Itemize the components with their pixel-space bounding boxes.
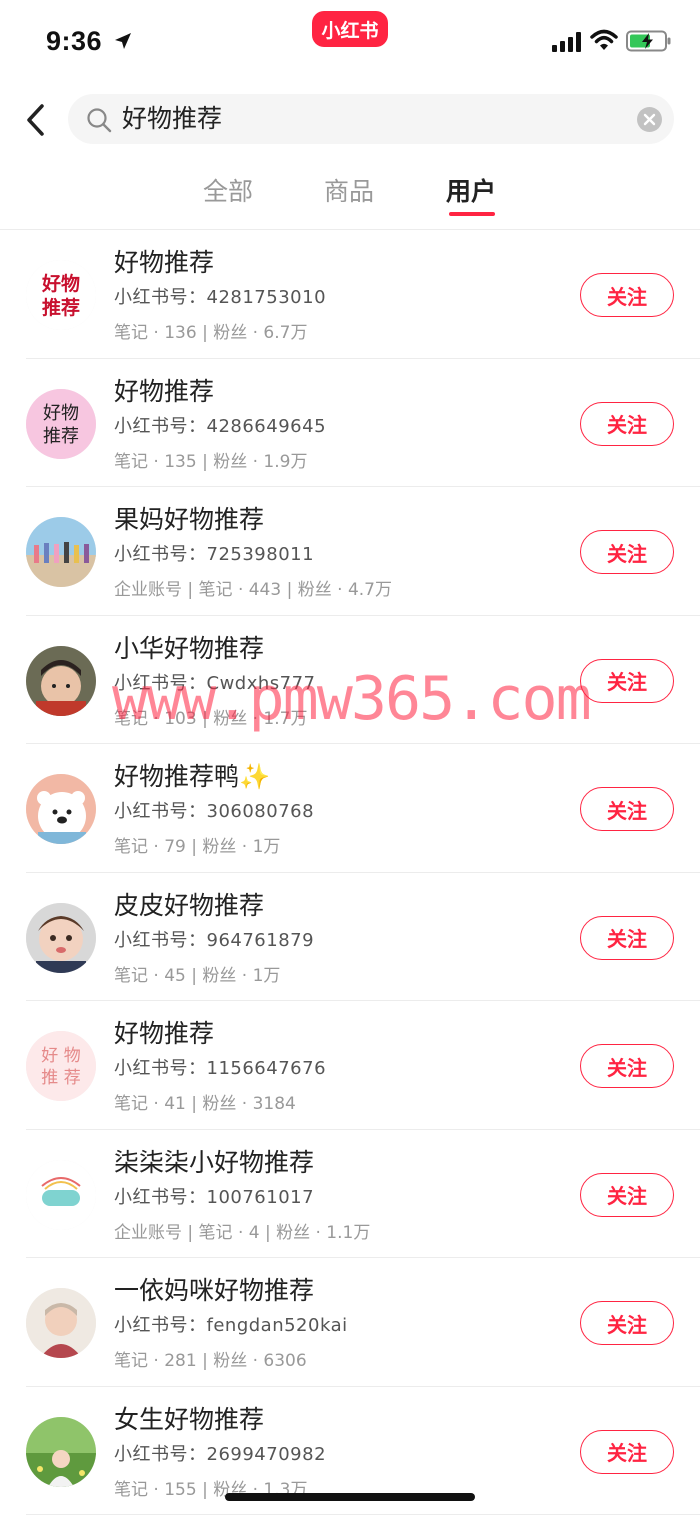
user-name[interactable]: 小华好物推荐 bbox=[114, 632, 264, 666]
battery-charging-icon bbox=[626, 30, 671, 52]
user-list: 好物 推荐 好物推荐 小红书号：4281753010 笔记 · 136 | 粉丝… bbox=[0, 230, 700, 1515]
user-name[interactable]: 皮皮好物推荐 bbox=[114, 889, 264, 923]
user-name[interactable]: 女生好物推荐 bbox=[114, 1403, 264, 1437]
user-id: 小红书号：100761017 bbox=[114, 1186, 315, 1208]
avatar[interactable] bbox=[26, 645, 96, 716]
wifi-icon bbox=[590, 29, 618, 50]
user-id: 小红书号：725398011 bbox=[114, 544, 315, 565]
avatar[interactable]: 好 物 推 荐 bbox=[26, 1031, 96, 1101]
follow-button[interactable]: 关注 bbox=[580, 1044, 674, 1088]
user-stats: 笔记 · 79 | 粉丝 · 1万 bbox=[114, 837, 281, 857]
follow-button[interactable]: 关注 bbox=[580, 915, 674, 960]
user-name[interactable]: 好物推荐鸭✨ bbox=[114, 760, 270, 794]
svg-text:推荐: 推荐 bbox=[43, 426, 79, 447]
user-id: 小红书号：Cwdxhs777 bbox=[114, 672, 316, 694]
list-item[interactable]: 皮皮好物推荐 小红书号：964761879 笔记 · 45 | 粉丝 · 1万 … bbox=[0, 873, 700, 1001]
follow-button[interactable]: 关注 bbox=[580, 273, 674, 317]
list-item[interactable]: 果妈好物推荐 小红书号：725398011 企业账号 | 笔记 · 443 | … bbox=[0, 487, 700, 616]
search-tabs: 全部 商品 用户 bbox=[0, 170, 700, 228]
avatar[interactable] bbox=[26, 517, 96, 587]
list-item[interactable]: 好物 推荐 好物推荐 小红书号：4281753010 笔记 · 136 | 粉丝… bbox=[0, 230, 700, 359]
user-name[interactable]: 果妈好物推荐 bbox=[114, 503, 264, 537]
active-tab-indicator bbox=[449, 212, 495, 216]
home-indicator bbox=[225, 1493, 475, 1501]
search-icon bbox=[87, 108, 112, 133]
svg-text:好物: 好物 bbox=[41, 272, 80, 295]
avatar[interactable] bbox=[26, 1416, 96, 1487]
user-id: 小红书号：306080768 bbox=[114, 801, 315, 822]
user-id: 小红书号：964761879 bbox=[114, 929, 315, 951]
user-name[interactable]: 好物推荐 bbox=[114, 375, 214, 409]
user-name[interactable]: 柒柒柒小好物推荐 bbox=[114, 1146, 314, 1180]
list-item[interactable]: 柒柒柒小好物推荐 小红书号：100761017 企业账号 | 笔记 · 4 | … bbox=[0, 1130, 700, 1258]
user-name[interactable]: 一依妈咪好物推荐 bbox=[114, 1274, 314, 1308]
svg-text:推 荐: 推 荐 bbox=[41, 1068, 80, 1088]
tab-products[interactable]: 商品 bbox=[324, 176, 374, 208]
list-item[interactable]: 好物 推荐 好物推荐 小红书号：4286649645 笔记 · 135 | 粉丝… bbox=[0, 359, 700, 487]
list-item[interactable]: 好 物 推 荐 好物推荐 小红书号：1156647676 笔记 · 41 | 粉… bbox=[0, 1001, 700, 1130]
user-id: 小红书号：1156647676 bbox=[114, 1058, 327, 1079]
tab-all[interactable]: 全部 bbox=[203, 176, 253, 208]
user-name[interactable]: 好物推荐 bbox=[114, 1017, 214, 1051]
avatar[interactable]: 好物 推荐 bbox=[26, 388, 96, 459]
avatar[interactable]: 好物 推荐 bbox=[26, 260, 96, 330]
tab-users[interactable]: 用户 bbox=[446, 176, 496, 208]
user-name[interactable]: 好物推荐 bbox=[114, 246, 214, 280]
follow-button[interactable]: 关注 bbox=[580, 1172, 674, 1217]
user-stats: 笔记 · 45 | 粉丝 · 1万 bbox=[114, 965, 281, 986]
user-stats: 笔记 · 136 | 粉丝 · 6.7万 bbox=[114, 323, 308, 343]
user-stats: 笔记 · 281 | 粉丝 · 6306 bbox=[114, 1351, 307, 1371]
user-id: 小红书号：4281753010 bbox=[114, 287, 327, 308]
status-bar: 9:36 小红书 bbox=[0, 0, 700, 84]
follow-button[interactable]: 关注 bbox=[580, 401, 674, 446]
user-stats: 笔记 · 135 | 粉丝 · 1.9万 bbox=[114, 451, 308, 472]
list-item[interactable]: 好物推荐鸭✨ 小红书号：306080768 笔记 · 79 | 粉丝 · 1万 … bbox=[0, 744, 700, 873]
user-stats: 笔记 · 41 | 粉丝 · 3184 bbox=[114, 1094, 296, 1114]
search-input[interactable]: 好物推荐 bbox=[68, 94, 674, 144]
user-stats: 企业账号 | 笔记 · 4 | 粉丝 · 1.1万 bbox=[114, 1222, 371, 1243]
svg-text:好物: 好物 bbox=[43, 403, 79, 424]
status-time: 9:36 bbox=[46, 26, 103, 56]
clear-search-icon[interactable] bbox=[637, 107, 662, 132]
follow-button[interactable]: 关注 bbox=[580, 787, 674, 831]
user-id: 小红书号：2699470982 bbox=[114, 1443, 327, 1465]
avatar[interactable] bbox=[26, 902, 96, 973]
avatar[interactable] bbox=[26, 1288, 96, 1358]
user-id: 小红书号：4286649645 bbox=[114, 415, 327, 437]
follow-button[interactable]: 关注 bbox=[580, 530, 674, 574]
list-item[interactable]: 小华好物推荐 小红书号：Cwdxhs777 笔记 · 103 | 粉丝 · 1.… bbox=[0, 616, 700, 744]
follow-button[interactable]: 关注 bbox=[580, 658, 674, 703]
follow-button[interactable]: 关注 bbox=[580, 1429, 674, 1474]
back-chevron-icon[interactable] bbox=[22, 102, 50, 138]
user-stats: 笔记 · 103 | 粉丝 · 1.7万 bbox=[114, 708, 308, 729]
user-stats: 企业账号 | 笔记 · 443 | 粉丝 · 4.7万 bbox=[114, 580, 392, 600]
user-id: 小红书号：fengdan520kai bbox=[114, 1315, 348, 1336]
svg-text:好 物: 好 物 bbox=[41, 1046, 80, 1066]
list-item[interactable]: 一依妈咪好物推荐 小红书号：fengdan520kai 笔记 · 281 | 粉… bbox=[0, 1258, 700, 1387]
avatar[interactable] bbox=[26, 774, 96, 844]
cellular-signal-icon bbox=[552, 32, 581, 52]
avatar[interactable] bbox=[26, 1159, 96, 1230]
search-query: 好物推荐 bbox=[122, 104, 223, 133]
svg-text:推荐: 推荐 bbox=[42, 296, 80, 319]
app-logo: 小红书 bbox=[312, 11, 388, 47]
location-arrow-icon bbox=[115, 33, 131, 49]
follow-button[interactable]: 关注 bbox=[580, 1301, 674, 1345]
